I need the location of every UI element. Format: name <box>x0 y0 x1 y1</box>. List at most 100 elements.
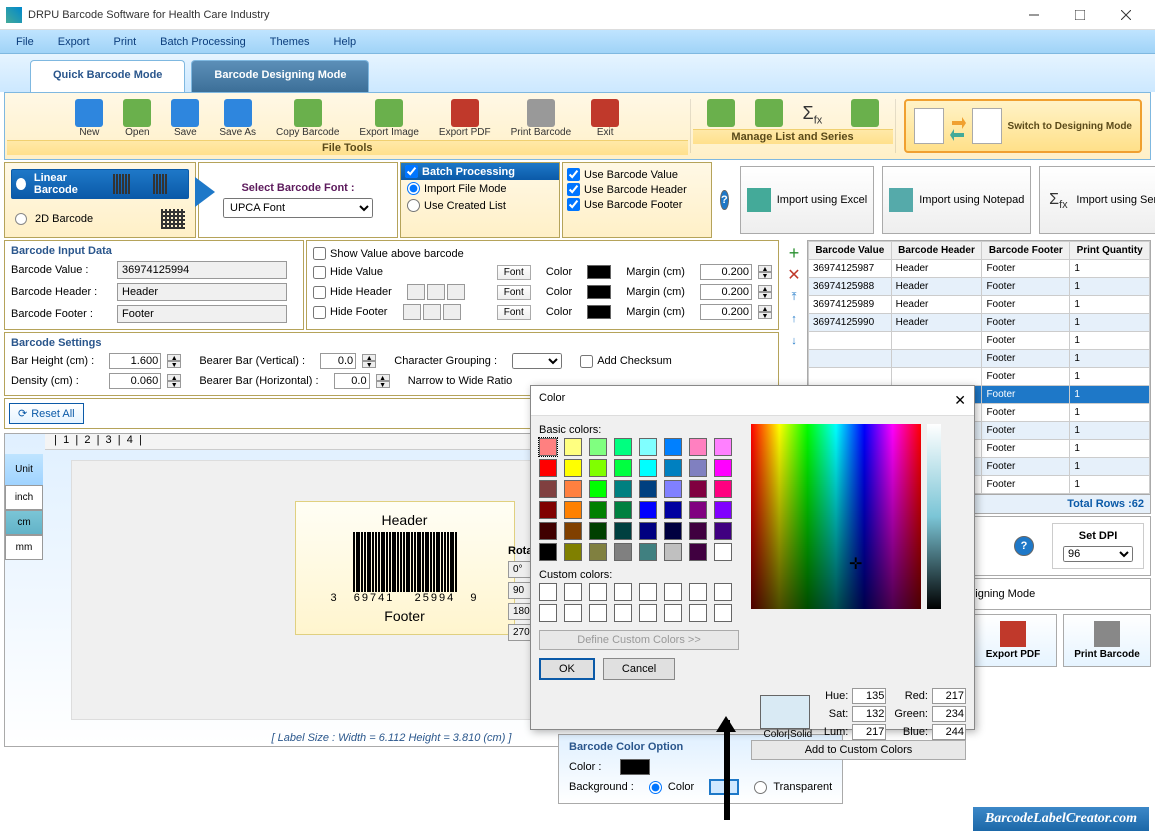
batch-enable[interactable] <box>405 165 418 178</box>
basic-swatch[interactable] <box>664 480 682 498</box>
fac[interactable] <box>423 304 441 320</box>
basic-swatch[interactable] <box>564 459 582 477</box>
open-button[interactable]: Open <box>113 97 161 140</box>
managelist-btn1[interactable] <box>697 97 745 129</box>
tab-quick[interactable]: Quick Barcode Mode <box>30 60 185 92</box>
unit-mm[interactable]: mm <box>5 535 43 560</box>
saveas-button[interactable]: Save As <box>209 97 266 140</box>
reset-button[interactable]: ⟳Reset All <box>9 403 84 424</box>
basic-swatch[interactable] <box>714 480 732 498</box>
switch-mode-button[interactable]: Switch to Designing Mode <box>904 99 1142 153</box>
basic-swatch[interactable] <box>589 438 607 456</box>
basic-swatch[interactable] <box>589 543 607 561</box>
basic-swatch[interactable] <box>714 522 732 540</box>
table-row[interactable]: 36974125990HeaderFooter1 <box>809 314 1150 332</box>
basic-swatch[interactable] <box>639 543 657 561</box>
color-ok-button[interactable]: OK <box>539 658 595 680</box>
minimize-button[interactable] <box>1011 1 1057 29</box>
menu-help[interactable]: Help <box>322 33 369 51</box>
basic-swatch[interactable] <box>539 543 557 561</box>
import-notepad-button[interactable]: Import using Notepad <box>882 166 1031 234</box>
basic-swatch[interactable] <box>589 501 607 519</box>
use-created-list[interactable] <box>407 199 420 212</box>
hue-input[interactable] <box>852 688 886 704</box>
delete-row[interactable]: ✕ <box>785 266 803 284</box>
exportpdf-button[interactable]: Export PDF <box>429 97 501 140</box>
hide-header[interactable] <box>313 286 326 299</box>
basic-swatch[interactable] <box>614 543 632 561</box>
dpi-select[interactable]: 96 <box>1063 546 1133 562</box>
barcode-header-input[interactable] <box>117 283 287 301</box>
add-to-custom-button[interactable]: Add to Custom Colors <box>751 740 966 760</box>
basic-swatch[interactable] <box>589 459 607 477</box>
basic-swatch[interactable] <box>564 543 582 561</box>
dpi-help[interactable]: ? <box>1014 536 1034 556</box>
help-button[interactable]: ? <box>720 190 729 210</box>
basic-swatch[interactable] <box>539 438 557 456</box>
dialog-close[interactable]: ✕ <box>954 392 966 409</box>
value-margin[interactable] <box>700 264 752 280</box>
header-margin[interactable] <box>700 284 752 300</box>
add-row[interactable]: + <box>785 244 803 262</box>
checksum[interactable] <box>580 355 593 368</box>
green-input[interactable] <box>932 706 966 722</box>
save-button[interactable]: Save <box>161 97 209 140</box>
table-row[interactable]: 36974125989HeaderFooter1 <box>809 296 1150 314</box>
basic-swatch[interactable] <box>664 438 682 456</box>
basic-swatch[interactable] <box>689 480 707 498</box>
basic-swatch[interactable] <box>564 501 582 519</box>
basic-swatch[interactable] <box>689 438 707 456</box>
font-header-button[interactable]: Font <box>497 285 531 300</box>
table-row[interactable]: Footer1 <box>809 350 1150 368</box>
import-file-mode[interactable] <box>407 182 420 195</box>
bg-color-radio[interactable] <box>649 781 662 794</box>
use-footer[interactable] <box>567 198 580 211</box>
basic-swatch[interactable] <box>714 459 732 477</box>
linear-option[interactable]: Linear Barcode <box>11 169 189 199</box>
basic-swatch[interactable] <box>664 459 682 477</box>
close-button[interactable] <box>1103 1 1149 29</box>
barheight-input[interactable] <box>109 353 161 369</box>
print-barcode-button[interactable]: Print Barcode <box>1063 614 1151 667</box>
fal[interactable] <box>403 304 421 320</box>
unit-inch[interactable]: inch <box>5 485 43 510</box>
move-up[interactable]: ↑ <box>785 310 803 328</box>
lum-input[interactable] <box>852 724 886 740</box>
font-footer-button[interactable]: Font <box>497 305 531 320</box>
basic-swatch[interactable] <box>614 480 632 498</box>
footer-color-swatch[interactable] <box>587 305 611 319</box>
basic-swatch[interactable] <box>664 501 682 519</box>
basic-swatch[interactable] <box>589 480 607 498</box>
bearerv-input[interactable] <box>320 353 356 369</box>
basic-swatch[interactable] <box>639 480 657 498</box>
managelist-btn4[interactable] <box>841 97 889 129</box>
far[interactable] <box>443 304 461 320</box>
move-down[interactable]: ↓ <box>785 332 803 350</box>
hac[interactable] <box>427 284 445 300</box>
har[interactable] <box>447 284 465 300</box>
menu-file[interactable]: File <box>4 33 46 51</box>
color-gradient[interactable]: ✛ <box>751 424 921 609</box>
menu-themes[interactable]: Themes <box>258 33 322 51</box>
export-pdf-button[interactable]: Export PDF <box>969 614 1057 667</box>
bearerh-input[interactable] <box>334 373 370 389</box>
managelist-btn2[interactable] <box>745 97 793 129</box>
blue-input[interactable] <box>932 724 966 740</box>
import-excel-button[interactable]: Import using Excel <box>740 166 874 234</box>
red-input[interactable] <box>932 688 966 704</box>
table-row[interactable]: 36974125987HeaderFooter1 <box>809 260 1150 278</box>
use-header[interactable] <box>567 183 580 196</box>
basic-swatch[interactable] <box>639 522 657 540</box>
table-row[interactable]: Footer1 <box>809 332 1150 350</box>
table-row[interactable]: 36974125988HeaderFooter1 <box>809 278 1150 296</box>
maximize-button[interactable] <box>1057 1 1103 29</box>
use-value[interactable] <box>567 168 580 181</box>
basic-swatch[interactable] <box>539 480 557 498</box>
table-row[interactable]: Footer1 <box>809 368 1150 386</box>
chargroup-select[interactable] <box>512 353 562 369</box>
2d-option[interactable]: 2D Barcode <box>11 207 189 231</box>
basic-swatch[interactable] <box>589 522 607 540</box>
custom-swatch[interactable] <box>539 583 557 601</box>
basic-swatch[interactable] <box>714 501 732 519</box>
density-input[interactable] <box>109 373 161 389</box>
